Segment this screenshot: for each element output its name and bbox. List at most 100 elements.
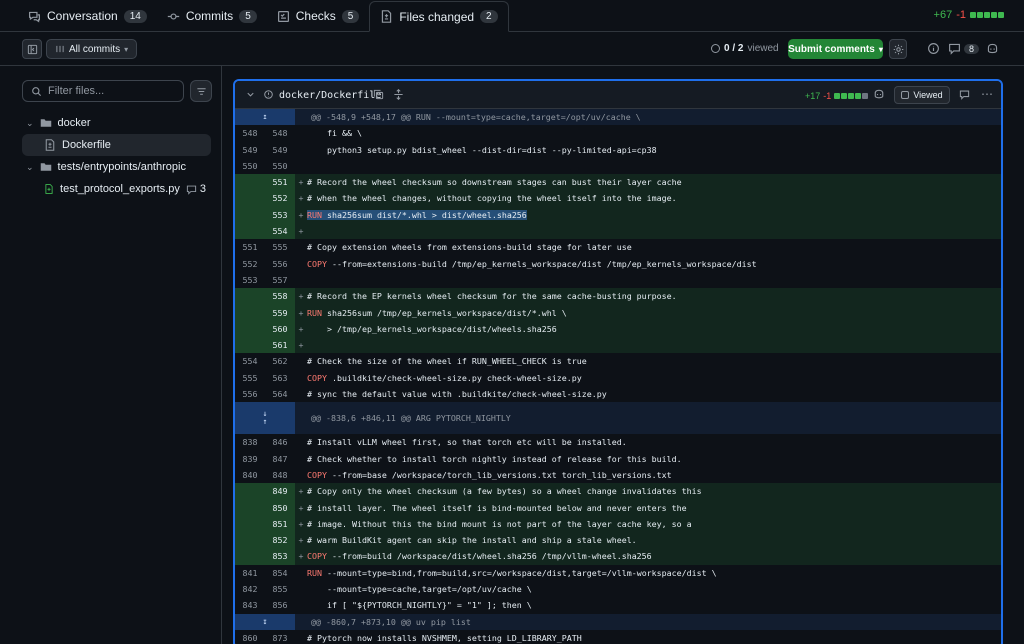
new-line-number[interactable]: 556 [265, 256, 295, 272]
diff-line-added[interactable]: 559 + RUN sha256sum /tmp/ep_kernels_worksp… [235, 304, 1001, 321]
new-line-number[interactable]: 848 [265, 467, 295, 483]
viewed-checkbox-button[interactable]: Viewed [894, 86, 950, 104]
new-line-number[interactable]: 846 [265, 434, 295, 450]
copilot-review-button[interactable] [873, 88, 885, 103]
new-line-number[interactable]: 563 [265, 370, 295, 386]
new-line-number[interactable]: 550 [265, 158, 295, 174]
diff-line-context[interactable]: 842 855 --mount=type=cache,target=/opt/uv… [235, 581, 1001, 597]
old-line-number[interactable] [235, 174, 265, 191]
new-line-number[interactable]: 555 [265, 239, 295, 255]
info-button[interactable] [927, 42, 940, 55]
tab-conversation[interactable]: Conversation 14 [18, 1, 157, 31]
toggle-file-tree-button[interactable] [22, 39, 42, 59]
diff-line-added[interactable]: 553 + RUN sha256sum dist/*.whl > dist/whee… [235, 206, 1001, 224]
new-line-number[interactable]: 548 [265, 125, 295, 141]
new-line-number[interactable]: 558 [265, 288, 295, 305]
new-line-number[interactable]: 552 [265, 190, 295, 207]
tab-files-changed[interactable]: Files changed 2 [369, 1, 509, 32]
old-line-number[interactable] [235, 223, 265, 240]
tree-file-test-protocol-exports[interactable]: test_protocol_exports.py 3 [22, 178, 212, 200]
expand-lines-button[interactable]: ↓ ↑ [235, 402, 295, 435]
old-line-number[interactable] [235, 337, 265, 354]
filter-options-button[interactable] [190, 80, 212, 102]
old-line-number[interactable] [235, 515, 265, 533]
old-line-number[interactable] [235, 483, 265, 500]
old-line-number[interactable] [235, 320, 265, 338]
diff-line-added[interactable]: 850 + # install layer. The wheel itself is… [235, 499, 1001, 516]
old-line-number[interactable]: 555 [235, 370, 265, 386]
tree-folder-docker[interactable]: ⌄ docker [22, 112, 212, 134]
old-line-number[interactable] [235, 206, 265, 224]
old-line-number[interactable]: 843 [235, 597, 265, 613]
new-line-number[interactable]: 847 [265, 451, 295, 467]
new-line-number[interactable]: 850 [265, 499, 295, 516]
old-line-number[interactable]: 842 [235, 581, 265, 597]
diff-line-context[interactable]: 552 556 COPY --from=extensions-build /tmp/… [235, 256, 1001, 272]
new-line-number[interactable]: 560 [265, 320, 295, 338]
new-line-number[interactable]: 554 [265, 223, 295, 240]
new-line-number[interactable]: 564 [265, 386, 295, 402]
old-line-number[interactable]: 841 [235, 565, 265, 581]
new-line-number[interactable]: 852 [265, 532, 295, 549]
old-line-number[interactable] [235, 304, 265, 321]
diff-settings-button[interactable] [889, 39, 907, 59]
tree-file-dockerfile[interactable]: Dockerfile [22, 134, 211, 156]
old-line-number[interactable]: 840 [235, 467, 265, 483]
old-line-number[interactable] [235, 499, 265, 516]
comments-button[interactable]: 8 [948, 42, 980, 55]
copilot-button[interactable] [986, 42, 999, 55]
diff-line-context[interactable]: 550 550 [235, 158, 1001, 174]
diff-line-context[interactable]: 841 854 RUN --mount=type=bind,from=build,s… [235, 565, 1001, 581]
diff-line-added[interactable]: 561 + [235, 337, 1001, 354]
diff-line-context[interactable]: 556 564 # sync the default value with .bui… [235, 386, 1001, 402]
new-line-number[interactable]: 551 [265, 174, 295, 191]
old-line-number[interactable] [235, 532, 265, 549]
old-line-number[interactable]: 838 [235, 434, 265, 450]
diff-line-added[interactable]: 853 + COPY --from=build /workspace/dist/wh… [235, 548, 1001, 565]
new-line-number[interactable]: 549 [265, 142, 295, 158]
diff-line-added[interactable]: 551 + # Record the wheel checksum so downs… [235, 174, 1001, 191]
old-line-number[interactable]: 839 [235, 451, 265, 467]
diff-line-context[interactable]: 554 562 # Check the size of the wheel if R… [235, 353, 1001, 369]
new-line-number[interactable]: 855 [265, 581, 295, 597]
diff-line-added[interactable]: 851 + # image. Without this the bind mount… [235, 515, 1001, 533]
more-options-button[interactable]: ⋯ [981, 87, 993, 101]
old-line-number[interactable]: 553 [235, 272, 265, 288]
diff-line-context[interactable]: 549 549 python3 setup.py bdist_wheel --di… [235, 142, 1001, 158]
old-line-number[interactable]: 548 [235, 125, 265, 141]
old-line-number[interactable]: 554 [235, 353, 265, 369]
comment-on-file-button[interactable] [959, 89, 970, 103]
old-line-number[interactable]: 552 [235, 256, 265, 272]
tree-folder-tests-entrypoints-anthropic[interactable]: ⌄ tests/entrypoints/anthropic [22, 156, 212, 178]
diff-line-added[interactable]: 552 + # when the wheel changes, without co… [235, 190, 1001, 207]
diff-line-context[interactable]: 860 873 # Pytorch now installs NVSHMEM, se… [235, 630, 1001, 644]
old-line-number[interactable]: 860 [235, 630, 265, 644]
diff-line-added[interactable]: 852 + # warm BuildKit agent can skip the i… [235, 532, 1001, 549]
diff-line-context[interactable]: 840 848 COPY --from=base /workspace/torch_… [235, 467, 1001, 483]
new-line-number[interactable]: 561 [265, 337, 295, 354]
old-line-number[interactable] [235, 190, 265, 207]
old-line-number[interactable] [235, 548, 265, 565]
filter-files-input[interactable]: Filter files... [22, 80, 184, 102]
expand-lines-button[interactable]: ↧ [235, 613, 295, 630]
new-line-number[interactable]: 851 [265, 515, 295, 533]
all-commits-dropdown[interactable]: All commits ▾ [46, 39, 138, 59]
new-line-number[interactable]: 559 [265, 304, 295, 321]
diff-line-added[interactable]: 558 + # Record the EP kernels wheel checks… [235, 288, 1001, 305]
diff-line-added[interactable]: 560 + > /tmp/ep_kernels_workspace/dist/wh… [235, 320, 1001, 338]
diff-line-added[interactable]: 849 + # Copy only the wheel checksum (a fe… [235, 483, 1001, 500]
new-line-number[interactable]: 853 [265, 548, 295, 565]
new-line-number[interactable]: 557 [265, 272, 295, 288]
new-line-number[interactable]: 856 [265, 597, 295, 613]
tab-commits[interactable]: Commits 5 [157, 1, 267, 31]
diff-line-context[interactable]: 553 557 [235, 272, 1001, 288]
old-line-number[interactable] [235, 288, 265, 305]
new-line-number[interactable]: 849 [265, 483, 295, 500]
old-line-number[interactable]: 551 [235, 239, 265, 255]
diff-line-context[interactable]: 555 563 COPY .buildkite/check-wheel-size.p… [235, 370, 1001, 386]
submit-comments-button[interactable]: Submit comments ▾ [788, 39, 883, 59]
tab-checks[interactable]: Checks 5 [267, 1, 370, 31]
collapse-file-button[interactable] [245, 89, 256, 103]
new-line-number[interactable]: 854 [265, 565, 295, 581]
diff-line-context[interactable]: 838 846 # Install vLLM wheel first, so tha… [235, 434, 1001, 450]
